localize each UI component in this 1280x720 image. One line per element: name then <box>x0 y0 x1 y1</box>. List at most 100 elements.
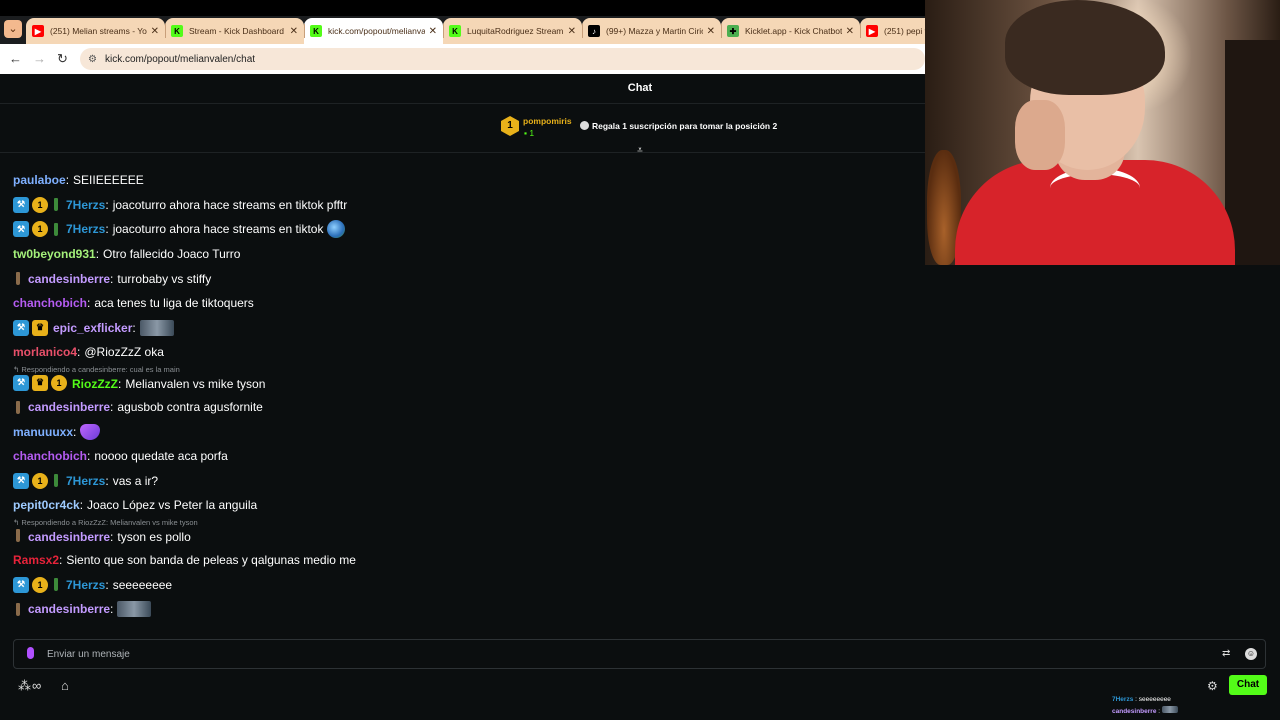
chat-message-list: paulaboe: SEIIEEEEEE ⚒ 1 7Herzs: joacoturro a… <box>13 168 913 622</box>
chat-message[interactable]: ⚒ 1 7Herzs: vas a ir? <box>13 469 913 494</box>
browser-tab-bar: ⌄ ▶ (251) Melian streams - YouTube ✕ K Strea… <box>0 0 999 44</box>
kick-icon: K <box>449 25 461 37</box>
community-icon[interactable]: ⁂ <box>18 678 31 694</box>
chat-message[interactable]: pepit0cr4ck: Joaco López vs Peter la angu… <box>13 493 913 518</box>
back-icon[interactable]: ← <box>9 51 22 66</box>
tab-close-icon[interactable]: ✕ <box>429 26 437 37</box>
send-chat-button[interactable]: Chat <box>1229 675 1267 695</box>
chat-username[interactable]: paulaboe <box>13 173 66 187</box>
browser-tab[interactable]: ▶ (251) Melian streams - YouTube ✕ <box>26 18 165 44</box>
reload-icon[interactable]: ↻ <box>57 51 68 67</box>
tab-close-icon[interactable]: ✕ <box>707 26 715 37</box>
chat-username[interactable]: 7Herzs <box>66 222 105 236</box>
tab-search-dropdown-icon[interactable]: ⌄ <box>4 20 22 38</box>
mic-icon[interactable] <box>27 647 34 659</box>
gift-count-icon: ▪ <box>524 128 528 138</box>
gift-count-value: 1 <box>529 128 535 138</box>
bottle-badge-icon <box>13 528 23 544</box>
reply-context[interactable]: ↰ Respondiendo a candesinberre: cual es … <box>13 365 180 374</box>
chat-username[interactable]: tw0beyond931 <box>13 247 96 261</box>
chat-message[interactable]: chanchobich: noooo quedate aca porfa <box>13 444 913 469</box>
chat-username[interactable]: manuuuxx <box>13 425 73 439</box>
forward-icon[interactable]: → <box>33 51 46 66</box>
chat-username[interactable]: 7Herzs <box>66 198 105 212</box>
moderator-badge-icon: ⚒ <box>13 472 29 489</box>
chat-message[interactable]: manuuuxx: <box>13 419 913 444</box>
tab-label: (251) Melian streams - YouTube <box>50 26 147 36</box>
chat-username[interactable]: chanchobich <box>13 296 87 310</box>
chat-message[interactable]: ⚒ ♛ epic_exflicker: <box>13 316 913 341</box>
browser-tab[interactable]: K Stream - Kick Dashboard ✕ <box>165 18 304 44</box>
chat-message[interactable]: ⚒ 1 7Herzs: seeeeeeee <box>13 572 913 597</box>
chat-composer: ⇄ ☺ <box>13 639 1266 669</box>
chat-username[interactable]: candesinberre <box>28 530 110 544</box>
chat-message[interactable]: paulaboe: SEIIEEEEEE <box>13 168 913 193</box>
subscriber-badge: 1 <box>32 576 48 593</box>
chat-message[interactable]: tw0beyond931: Otro fallecido Joaco Turro <box>13 242 913 267</box>
scroll-down-icon[interactable]: ⩡ <box>634 146 646 156</box>
leaderboard-user[interactable]: pompomiris <box>523 116 572 126</box>
reply-context[interactable]: ↰ Respondiendo a RiozZzZ: Melianvalen vs… <box>13 518 198 527</box>
separator-colon: : <box>65 173 70 188</box>
separator-colon: : <box>105 473 109 488</box>
browser-tab[interactable]: ♪ (99+) Mazza y Martin Cirio ✕ <box>582 18 721 44</box>
tab-list: ▶ (251) Melian streams - YouTube ✕ K Stream … <box>26 18 999 44</box>
settings-gear-icon[interactable]: ⚙ <box>1207 679 1218 693</box>
site-info-icon[interactable]: ⚙ <box>88 54 97 65</box>
chat-text: Melianvalen vs mike tyson <box>125 376 266 391</box>
moderator-badge-icon: ⚒ <box>13 319 29 336</box>
chat-username[interactable]: candesinberre <box>28 400 110 414</box>
youtube-icon: ▶ <box>866 25 878 37</box>
separator-colon: : <box>77 345 81 360</box>
mini-chat-line: 7Herzs : seeeeeeee <box>1112 696 1171 703</box>
chat-message[interactable]: ↰ Respondiendo a candesinberre: cual es … <box>13 365 913 395</box>
translate-icon[interactable]: ⇄ <box>1222 648 1230 659</box>
chat-username[interactable]: candesinberre <box>28 272 110 286</box>
chat-message[interactable]: candesinberre: <box>13 597 913 622</box>
chat-username[interactable]: 7Herzs <box>66 578 105 592</box>
chat-message[interactable]: ⚒ 1 7Herzs: joacoturro ahora hace streams e… <box>13 193 913 218</box>
separator-colon: : <box>110 529 114 544</box>
chat-message[interactable]: ↰ Respondiendo a RiozZzZ: Melianvalen vs… <box>13 518 913 548</box>
heart-emote-icon <box>80 423 101 440</box>
chat-text: Joaco López vs Peter la anguila <box>87 498 258 513</box>
tab-close-icon[interactable]: ✕ <box>568 26 576 37</box>
chat-message[interactable]: candesinberre: turrobaby vs stiffy <box>13 266 913 291</box>
tab-label: kick.com/popout/melianvalen/chat <box>328 26 425 36</box>
bottle-badge-icon <box>13 399 23 415</box>
chat-message[interactable]: Ramsx2: Siento que son banda de peleas y … <box>13 548 913 573</box>
image-emote-icon <box>139 319 174 336</box>
tab-close-icon[interactable]: ✕ <box>846 26 854 37</box>
emoji-picker-icon[interactable]: ☺ <box>1245 648 1257 660</box>
chat-message[interactable]: morlanico4: @RiozZzZ oka <box>13 340 913 365</box>
mini-chat-user: 7Herzs <box>1112 696 1134 703</box>
chat-username[interactable]: RiozZzZ <box>72 377 118 391</box>
store-icon[interactable]: ⌂ <box>61 678 69 693</box>
infinity-icon[interactable]: ∞ <box>32 678 41 693</box>
separator-colon: : <box>132 320 136 335</box>
gift-sub-button[interactable]: Regala 1 suscripción para tomar la posic… <box>580 121 777 131</box>
separator-colon: : <box>87 296 91 311</box>
chat-text: noooo quedate aca porfa <box>94 449 228 464</box>
tab-close-icon[interactable]: ✕ <box>151 26 159 37</box>
separator-colon: : <box>95 247 100 262</box>
chat-message[interactable]: candesinberre: agusbob contra agusfornite <box>13 395 913 420</box>
browser-tab[interactable]: ✚ Kicklet.app - Kick Chatbot ✕ <box>721 18 860 44</box>
address-bar-row: ← → ↻ ⚙ kick.com/popout/melianvalen/chat <box>0 44 925 74</box>
chat-username[interactable]: morlanico4 <box>13 345 77 359</box>
chat-message[interactable]: ⚒ 1 7Herzs: joacoturro ahora hace streams e… <box>13 217 913 242</box>
browser-tab[interactable]: Kkick.com/popout/melianvalen/chat ✕ <box>304 18 443 44</box>
browser-tab[interactable]: K LuquitaRodriguez Stream ✕ <box>443 18 582 44</box>
chat-message[interactable]: chanchobich: aca tenes tu liga de tiktoqu… <box>13 291 913 316</box>
chat-username[interactable]: candesinberre <box>28 602 110 616</box>
chat-username[interactable]: epic_exflicker <box>53 321 132 335</box>
mini-emote-image <box>1161 706 1178 713</box>
chat-username[interactable]: Ramsx2 <box>13 553 59 567</box>
chat-username[interactable]: pepit0cr4ck <box>13 498 80 512</box>
separator-colon: : <box>87 449 91 464</box>
message-input[interactable] <box>47 646 1197 662</box>
chat-username[interactable]: 7Herzs <box>66 474 105 488</box>
chat-username[interactable]: chanchobich <box>13 449 87 463</box>
tab-close-icon[interactable]: ✕ <box>290 26 298 37</box>
url-field[interactable]: ⚙ kick.com/popout/melianvalen/chat <box>80 48 925 70</box>
